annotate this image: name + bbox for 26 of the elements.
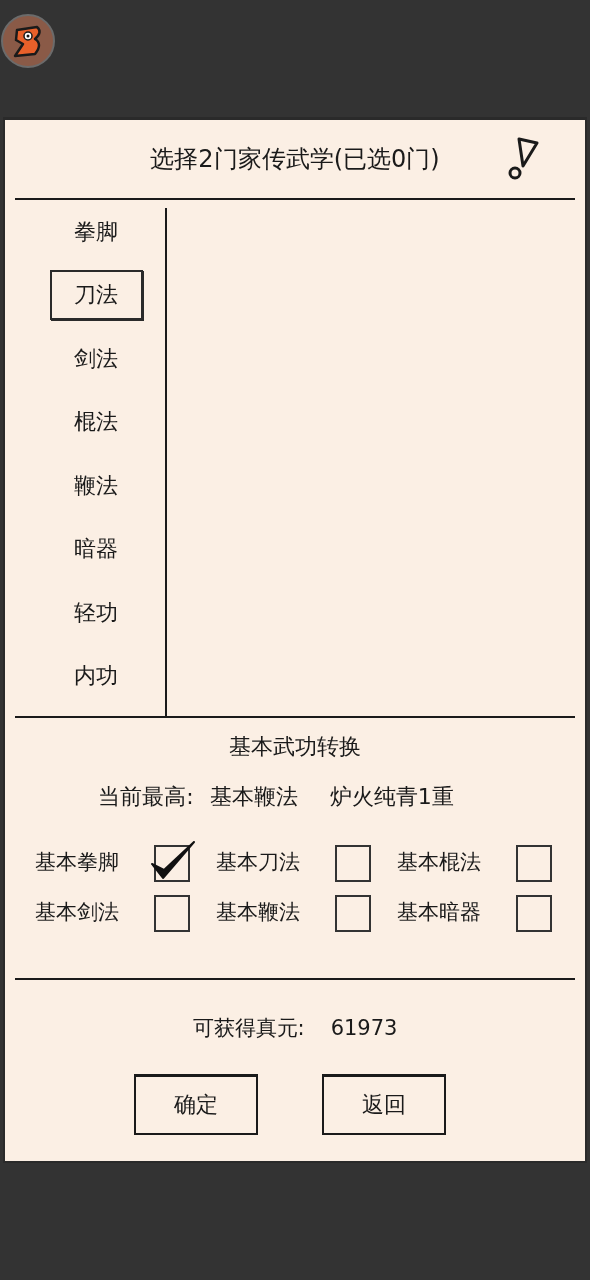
category-tab[interactable]: 暗器 [49,524,143,575]
checkbox[interactable] [151,839,197,885]
option-label: 基本剑法 [35,899,120,926]
category-tab[interactable]: 刀法 [49,270,143,321]
option-label: 基本拳脚 [35,849,120,876]
option-label: 基本暗器 [397,899,482,926]
reward-value: 61973 [330,1015,398,1042]
category-tab[interactable]: 棍法 [49,397,143,448]
category-tab[interactable]: 轻功 [49,587,143,638]
option-label: 基本鞭法 [216,899,301,926]
exclamation-icon[interactable] [507,137,539,181]
app-logo-icon[interactable] [1,14,55,68]
current-level: 炉火纯青1重 [329,783,454,811]
current-label: 当前最高: [98,783,194,811]
category-tab[interactable]: 拳脚 [49,206,143,257]
current-skill: 基本鞭法 [209,783,298,811]
confirm-button[interactable]: 确定 [134,1074,258,1135]
reward-label: 可获得真元: [192,1015,305,1042]
section-heading: 基本武功转换 [229,733,361,761]
category-tab[interactable]: 内功 [49,651,143,702]
option-label: 基本棍法 [397,849,482,876]
option-label: 基本刀法 [216,849,301,876]
category-tab[interactable]: 剑法 [49,333,143,384]
back-button[interactable]: 返回 [322,1074,446,1135]
dialog-title: 选择2门家传武学(已选0门) [150,144,440,175]
category-tab[interactable]: 鞭法 [49,460,143,511]
